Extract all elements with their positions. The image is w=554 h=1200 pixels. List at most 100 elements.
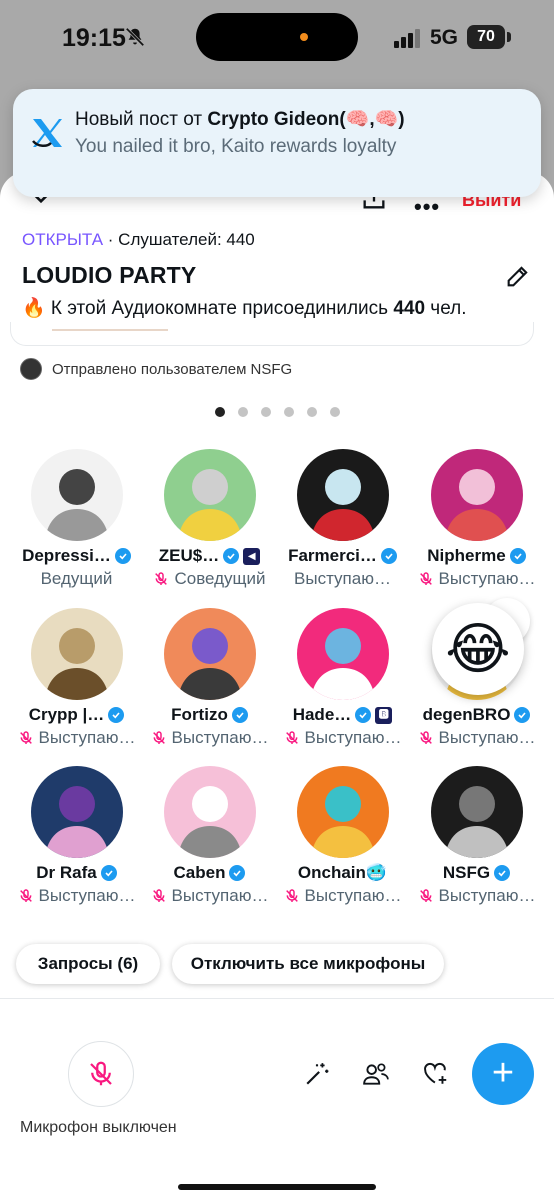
avatar[interactable] xyxy=(431,449,523,541)
avatar[interactable] xyxy=(297,449,389,541)
speaker-name-text: NSFG xyxy=(442,863,491,882)
speaker-card[interactable]: Dr Rafa Выступаю… xyxy=(10,766,143,916)
mic-off-icon xyxy=(285,889,298,902)
listeners-count: · Слушателей: 440 xyxy=(103,230,255,249)
avatar[interactable] xyxy=(164,608,256,700)
space-title: LOUDIO PARTY xyxy=(22,262,197,288)
heart-plus-icon[interactable] xyxy=(422,1061,450,1087)
speaker-name-text: Dr Rafa xyxy=(36,863,97,882)
joined-prefix: 🔥 К этой Аудиокомнате присоединились xyxy=(22,298,394,319)
speaker-name-text: Nipherme xyxy=(427,546,506,565)
clock: 19:15 xyxy=(62,24,126,52)
sent-by-row: Отправлено пользователем NSFG xyxy=(20,358,292,380)
avatar[interactable] xyxy=(31,608,123,700)
verified-badge-icon xyxy=(223,548,240,564)
speaker-name-text: Onchain🥶 xyxy=(297,863,388,882)
speaker-role: Соведущий xyxy=(143,569,276,589)
page-dot[interactable] xyxy=(261,407,271,417)
speaker-role-text: Выступаю… xyxy=(38,728,136,747)
speaker-card[interactable]: ZEU$… ◀ Соведущий xyxy=(143,449,276,599)
sparkle-wand-icon[interactable] xyxy=(304,1061,330,1087)
avatar[interactable] xyxy=(164,766,256,858)
more-icon[interactable]: ••• xyxy=(414,194,440,220)
page-dot[interactable] xyxy=(284,407,294,417)
bottom-bar: Микрофон выключен + xyxy=(0,998,554,1200)
speaker-name-text: Farmerci… xyxy=(288,546,377,565)
add-button[interactable]: + xyxy=(472,1043,534,1105)
affiliate-badge-icon: 🅱 xyxy=(375,706,393,724)
speaker-role-text: Выступаю… xyxy=(304,886,402,905)
page-indicator xyxy=(215,407,340,417)
mic-toggle-button[interactable] xyxy=(68,1041,134,1107)
notification-prefix: Новый пост от xyxy=(75,109,208,130)
mic-off-icon xyxy=(419,889,432,902)
speaker-card[interactable]: Fortizo Выступаю… xyxy=(143,608,276,758)
speaker-role-text: Выступаю… xyxy=(304,728,402,747)
notification-author: Crypto Gideon(🧠,🧠) xyxy=(207,109,405,130)
verified-badge-icon xyxy=(100,865,117,881)
space-state: ОТКРЫТА xyxy=(22,230,104,249)
sent-by-text: Отправлено пользователем NSFG xyxy=(52,360,293,378)
mic-off-icon xyxy=(419,572,432,585)
avatar xyxy=(20,358,42,380)
mute-all-button[interactable]: Отключить все микрофоны xyxy=(172,944,444,984)
speaker-name: NSFG xyxy=(410,863,543,883)
speaker-name-text: ZEU$… xyxy=(158,546,220,565)
bell-off-icon xyxy=(125,27,145,47)
speaker-name: Caben xyxy=(143,863,276,883)
speaker-name: Crypp |… xyxy=(10,705,143,725)
avatar[interactable] xyxy=(297,766,389,858)
page-dot[interactable] xyxy=(215,407,225,417)
speaker-role: Выступаю… xyxy=(410,886,543,906)
battery-indicator: 70 xyxy=(467,25,505,49)
speaker-card[interactable]: Hade… 🅱 Выступаю… xyxy=(276,608,409,758)
speaker-name-text: Depressi… xyxy=(22,546,111,565)
edit-icon[interactable] xyxy=(504,262,532,290)
pinned-card[interactable] xyxy=(10,322,534,346)
avatar[interactable] xyxy=(31,449,123,541)
speaker-card[interactable]: Nipherme Выступаю… xyxy=(410,449,543,599)
speaker-name: ZEU$… ◀ xyxy=(143,546,276,566)
network-type: 5G xyxy=(430,26,459,49)
speaker-card[interactable]: Farmerci… Выступаю… xyxy=(276,449,409,599)
speaker-name-text: Hade… xyxy=(292,705,352,724)
speaker-card[interactable]: Onchain🥶 Выступаю… xyxy=(276,766,409,916)
verified-badge-icon xyxy=(355,707,372,723)
speaker-name: Dr Rafa xyxy=(10,863,143,883)
speaker-card[interactable]: Depressi… Ведущий xyxy=(10,449,143,599)
dynamic-island xyxy=(196,13,358,61)
avatar[interactable] xyxy=(297,608,389,700)
battery-tip xyxy=(507,32,511,42)
space-status: ОТКРЫТА · Слушателей: 440 xyxy=(22,230,255,250)
speaker-name-text: Fortizo xyxy=(171,705,228,724)
speaker-name: Onchain🥶 xyxy=(276,863,409,883)
mic-off-icon xyxy=(19,889,32,902)
notification-title: Новый пост от Crypto Gideon(🧠,🧠) xyxy=(75,107,405,131)
avatar[interactable] xyxy=(31,766,123,858)
recording-indicator xyxy=(300,33,308,41)
speaker-role: Выступаю… xyxy=(276,886,409,906)
joined-suffix: чел. xyxy=(425,298,467,319)
mic-off-icon xyxy=(155,572,168,585)
speaker-name: degenBRO xyxy=(410,705,543,725)
mic-off-icon xyxy=(419,731,432,744)
verified-badge-icon xyxy=(494,865,511,881)
status-bar: 19:15 5G 70 xyxy=(0,0,554,76)
page-dot[interactable] xyxy=(307,407,317,417)
requests-button[interactable]: Запросы (6) xyxy=(16,944,160,984)
page-dot[interactable] xyxy=(330,407,340,417)
people-icon[interactable] xyxy=(362,1061,390,1087)
speaker-card[interactable]: Crypp |… Выступаю… xyxy=(10,608,143,758)
speaker-card[interactable]: Caben Выступаю… xyxy=(143,766,276,916)
verified-badge-icon xyxy=(108,707,125,723)
joined-count: 440 xyxy=(393,298,426,319)
verified-badge-icon xyxy=(229,865,246,881)
speaker-name: Nipherme xyxy=(410,546,543,566)
page-dot[interactable] xyxy=(238,407,248,417)
speaker-card[interactable]: NSFG Выступаю… xyxy=(410,766,543,916)
notification-banner[interactable]: Новый пост от Crypto Gideon(🧠,🧠) You nai… xyxy=(13,89,541,197)
avatar[interactable] xyxy=(164,449,256,541)
avatar[interactable] xyxy=(431,766,523,858)
card-divider xyxy=(52,329,168,331)
speaker-role-text: Выступаю… xyxy=(38,886,136,905)
